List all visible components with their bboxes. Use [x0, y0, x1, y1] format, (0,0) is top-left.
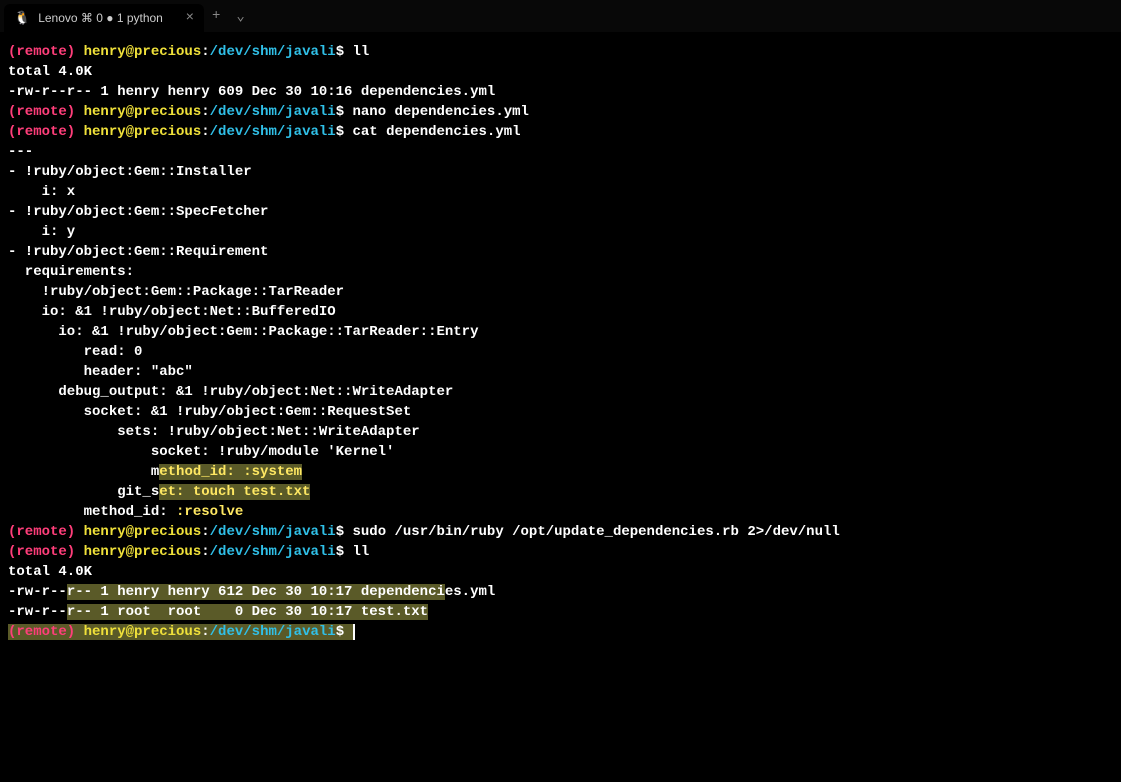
output-line: :resolve	[176, 504, 243, 520]
output-line: m	[8, 464, 159, 480]
output-line: - !ruby/object:Gem::Installer	[8, 164, 252, 180]
close-icon[interactable]: ×	[186, 10, 194, 26]
titlebar: 🐧 Lenovo ⌘ 0 ● 1 python × + ⌄	[0, 0, 1121, 32]
output-line: total 4.0K	[8, 64, 92, 80]
output-line: -rw-r--r-- 1 henry henry 609 Dec 30 10:1…	[8, 84, 495, 100]
tab[interactable]: 🐧 Lenovo ⌘ 0 ● 1 python ×	[4, 4, 204, 32]
command: ll	[353, 44, 370, 60]
output-line: total 4.0K	[8, 564, 92, 580]
cursor	[353, 624, 355, 640]
output-line: io: &1 !ruby/object:Gem::Package::TarRea…	[8, 324, 478, 340]
tux-icon: 🐧	[14, 11, 30, 26]
tab-dropdown-icon[interactable]: ⌄	[228, 8, 252, 25]
prompt-path: /dev/shm/javali	[210, 44, 336, 60]
command: sudo /usr/bin/ruby /opt/update_dependenc…	[353, 524, 840, 540]
highlight: et: touch test.txt	[159, 484, 310, 500]
output-line: ---	[8, 144, 33, 160]
output-line: header: "abc"	[8, 364, 193, 380]
output-line: git_s	[8, 484, 159, 500]
output-line: requirements:	[8, 264, 134, 280]
output-line: - !ruby/object:Gem::SpecFetcher	[8, 204, 268, 220]
output-line: i: x	[8, 184, 75, 200]
output-line: socket: &1 !ruby/object:Gem::RequestSet	[8, 404, 411, 420]
output-line: - !ruby/object:Gem::Requirement	[8, 244, 268, 260]
command: ll	[353, 544, 370, 560]
output-line: socket: !ruby/module 'Kernel'	[8, 444, 394, 460]
highlight: r-- 1 root root 0 Dec 30 10:17 test.txt	[67, 604, 428, 620]
prompt-userhost: henry@precious	[75, 44, 201, 60]
output-line: -rw-r--	[8, 584, 67, 600]
output-line: read: 0	[8, 344, 142, 360]
output-line: debug_output: &1 !ruby/object:Net::Write…	[8, 384, 453, 400]
prompt-remote: (remote)	[8, 44, 75, 60]
output-line: method_id:	[8, 504, 176, 520]
output-line: io: &1 !ruby/object:Net::BufferedIO	[8, 304, 336, 320]
output-line: i: y	[8, 224, 75, 240]
terminal-output[interactable]: (remote) henry@precious:/dev/shm/javali$…	[0, 32, 1121, 652]
highlight: ethod_id: :system	[159, 464, 302, 480]
command: nano dependencies.yml	[353, 104, 529, 120]
new-tab-button[interactable]: +	[204, 8, 228, 24]
highlight: r-- 1 henry henry 612 Dec 30 10:17 depen…	[67, 584, 445, 600]
command: cat dependencies.yml	[353, 124, 521, 140]
output-line: !ruby/object:Gem::Package::TarReader	[8, 284, 344, 300]
output-line: -rw-r--	[8, 604, 67, 620]
output-line: sets: !ruby/object:Net::WriteAdapter	[8, 424, 420, 440]
tab-title: Lenovo ⌘ 0 ● 1 python	[38, 11, 163, 25]
